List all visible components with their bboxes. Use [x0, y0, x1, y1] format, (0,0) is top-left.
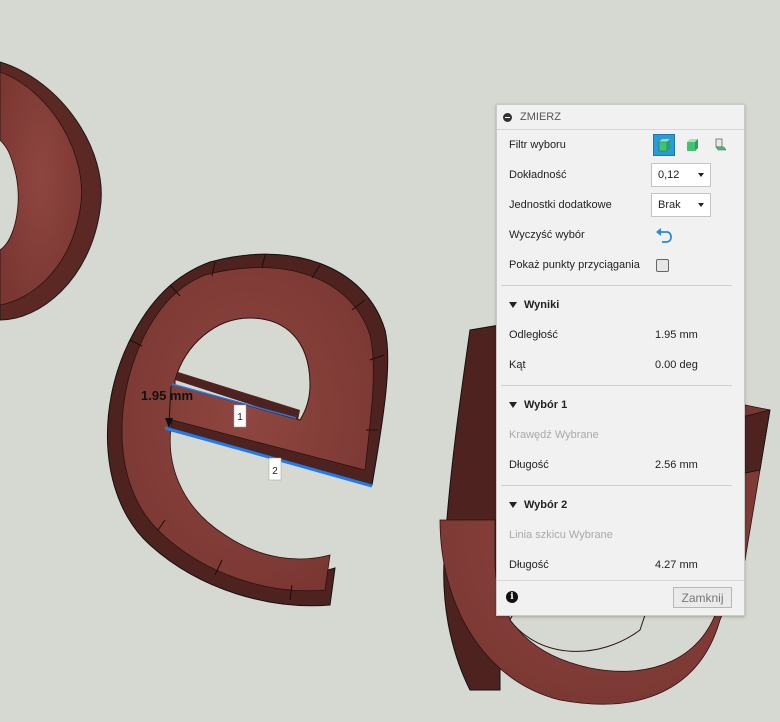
selection1-status-row: Krawędź Wybrane: [509, 424, 732, 446]
divider: [501, 385, 732, 386]
edge-1-tag: 1: [233, 404, 247, 428]
results-title: Wyniki: [524, 299, 560, 311]
panel-footer: i Zamknij: [497, 580, 744, 615]
face-filter-icon[interactable]: [681, 134, 703, 156]
snap-points-checkbox[interactable]: [656, 258, 669, 272]
svg-text:1: 1: [237, 412, 243, 423]
snap-points-row: Pokaż punkty przyciągania: [509, 254, 732, 276]
distance-label: Odległość: [509, 329, 558, 341]
info-icon[interactable]: i: [506, 591, 518, 603]
selection1-title: Wybór 1: [524, 399, 568, 411]
divider: [501, 485, 732, 486]
distance-value: 1.95 mm: [655, 329, 698, 341]
secondary-units-dropdown[interactable]: Brak: [651, 193, 711, 217]
selection1-status: Krawędź Wybrane: [509, 429, 599, 441]
panel-header[interactable]: ZMIERZ: [497, 105, 744, 130]
collapse-icon[interactable]: [503, 112, 512, 122]
secondary-units-value: Brak: [658, 199, 681, 211]
selection2-length-label: Długość: [509, 559, 549, 571]
undo-arrow-icon[interactable]: [655, 228, 673, 247]
selection-filter-label: Filtr wyboru: [509, 139, 566, 151]
selection1-length-value: 2.56 mm: [655, 459, 698, 471]
selection2-length-value: 4.27 mm: [655, 559, 698, 571]
selection2-length-row: Długość 4.27 mm: [509, 554, 732, 576]
selection2-section-header[interactable]: Wybór 2: [509, 494, 732, 516]
angle-label: Kąt: [509, 359, 526, 371]
precision-value: 0,12: [658, 169, 680, 181]
precision-label: Dokładność: [509, 169, 567, 181]
panel-title: ZMIERZ: [520, 111, 561, 123]
dimension-label: 1.95 mm: [141, 388, 193, 403]
selection2-status: Linia szkicu Wybrane: [509, 529, 613, 541]
divider: [501, 285, 732, 286]
distance-row: Odległość 1.95 mm: [509, 324, 732, 346]
chevron-down-icon: [698, 173, 704, 177]
results-section-header[interactable]: Wyniki: [509, 294, 732, 316]
secondary-units-label: Jednostki dodatkowe: [509, 199, 612, 211]
clear-selection-label: Wyczyść wybór: [509, 229, 585, 241]
clear-selection-row: Wyczyść wybór: [509, 224, 732, 246]
triangle-down-icon: [509, 502, 517, 508]
close-button[interactable]: Zamknij: [673, 587, 732, 608]
letter-e-model[interactable]: [106, 253, 389, 607]
triangle-down-icon: [509, 402, 517, 408]
selection1-length-label: Długość: [509, 459, 549, 471]
precision-dropdown[interactable]: 0,12: [651, 163, 711, 187]
selection-filter-row: Filtr wyboru: [509, 134, 732, 156]
edge-filter-icon[interactable]: [709, 134, 731, 156]
triangle-down-icon: [509, 302, 517, 308]
svg-text:2: 2: [272, 466, 278, 477]
angle-row: Kąt 0.00 deg: [509, 354, 732, 376]
precision-row: Dokładność 0,12: [509, 163, 732, 187]
chevron-down-icon: [698, 203, 704, 207]
letter-e-left-model[interactable]: [0, 61, 102, 321]
body-filter-icon[interactable]: [653, 134, 675, 156]
snap-points-label: Pokaż punkty przyciągania: [509, 259, 640, 271]
secondary-units-row: Jednostki dodatkowe Brak: [509, 193, 732, 217]
selection1-section-header[interactable]: Wybór 1: [509, 394, 732, 416]
selection2-status-row: Linia szkicu Wybrane: [509, 524, 732, 546]
measure-panel: ZMIERZ Filtr wyboru Dokładność 0,12 Jedn…: [496, 104, 745, 616]
angle-value: 0.00 deg: [655, 359, 698, 371]
selection2-title: Wybór 2: [524, 499, 568, 511]
selection1-length-row: Długość 2.56 mm: [509, 454, 732, 476]
edge-2-tag: 2: [268, 457, 282, 481]
